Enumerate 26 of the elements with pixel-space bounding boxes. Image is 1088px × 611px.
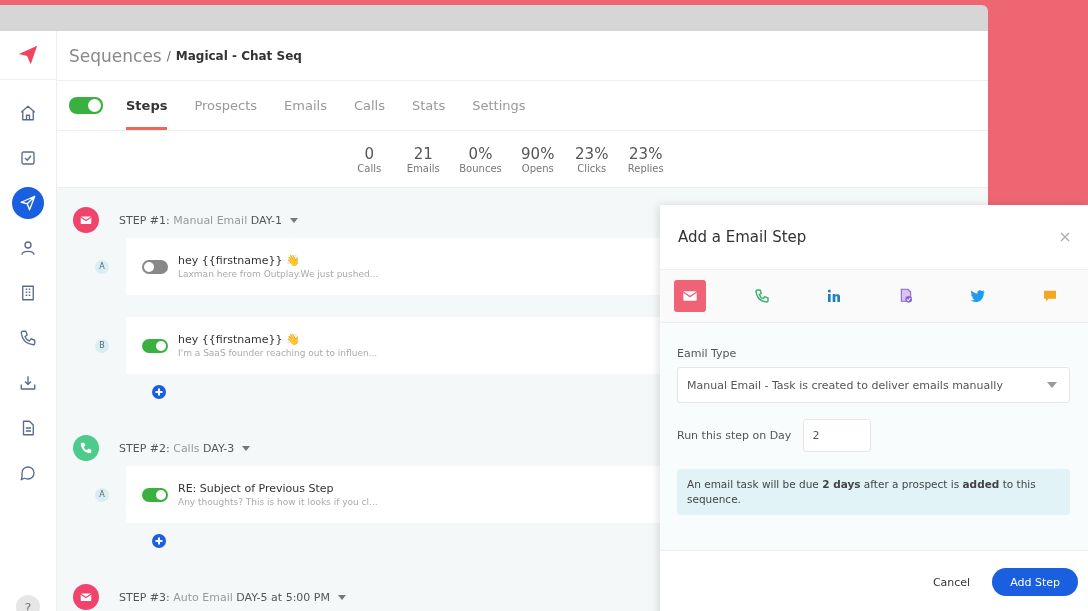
- stat-label: Replies: [627, 162, 664, 174]
- stat-value: 23%: [629, 144, 663, 163]
- variant-label: A: [95, 487, 109, 502]
- email-preview: Laxman here from Outplay.We just pushed...: [178, 269, 379, 279]
- stat-label: Calls: [357, 162, 382, 174]
- email-subject: hey {{firstname}} 👋: [178, 254, 301, 267]
- stat-label: Bounces: [459, 162, 502, 174]
- stat-label: Emails: [406, 162, 440, 174]
- stat-label: Opens: [521, 162, 554, 174]
- info-message: An email task will be due 2 days after a prospect is added to this sequence.: [677, 469, 1070, 516]
- breadcrumb-separator: /: [166, 48, 171, 63]
- stat-value: 0%: [468, 144, 493, 163]
- stat-value: 21: [413, 144, 433, 163]
- variant-label: B: [95, 338, 109, 353]
- field-label: Run this step on Day: [677, 429, 792, 442]
- email-subject: RE: Subject of Previous Step: [178, 482, 335, 495]
- variant-label: A: [95, 259, 109, 274]
- email-preview: Any thoughts? This is how it looks if you cl...: [178, 497, 378, 507]
- email-preview: I'm a SaaS founder reaching out to influen...: [178, 348, 378, 358]
- stat-value: 23%: [575, 144, 609, 163]
- stat-label: Clicks: [577, 162, 607, 174]
- field-label: Eamil Type: [677, 347, 738, 360]
- breadcrumb-current: Magical - Chat Seq: [175, 48, 302, 63]
- stat-value: 0: [364, 144, 374, 163]
- stat-value: 90%: [521, 144, 555, 163]
- email-subject: hey {{firstname}} 👋: [178, 333, 301, 346]
